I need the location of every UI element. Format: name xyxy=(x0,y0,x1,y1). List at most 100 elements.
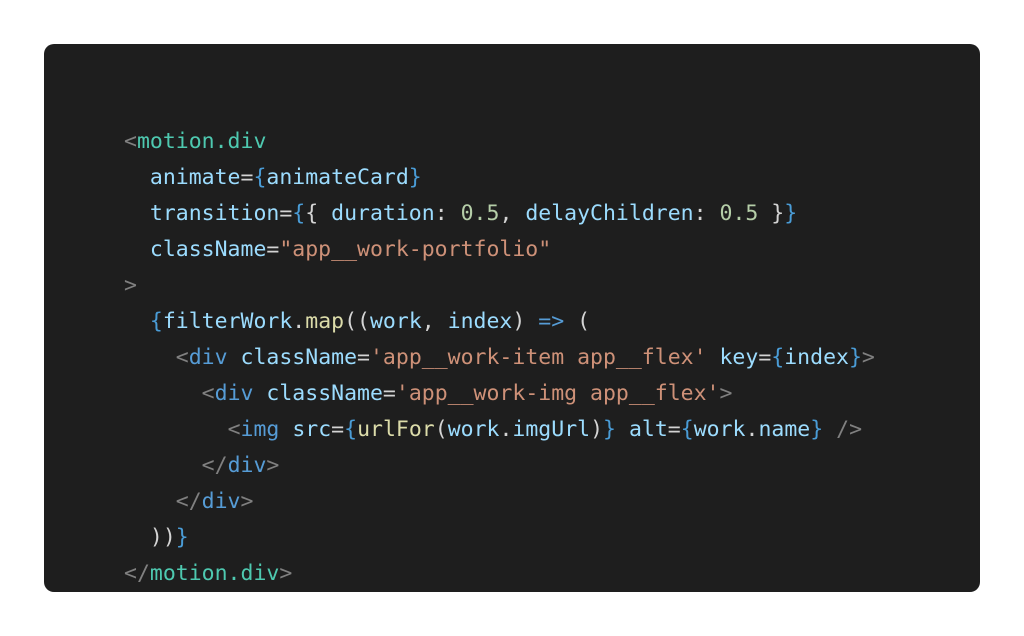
code-token: urlFor xyxy=(357,417,435,442)
code-token: </ xyxy=(124,561,150,586)
code-token: > xyxy=(124,273,137,298)
code-token: (( xyxy=(344,309,370,334)
code-line: {filterWork.map((work, index) => ( xyxy=(124,304,875,340)
code-token: { xyxy=(344,417,358,442)
code-token: } xyxy=(408,165,422,190)
code-line: </motion.div> xyxy=(124,556,875,592)
code-token: { xyxy=(292,201,306,226)
code-line: </div> xyxy=(124,484,875,520)
code-token: )) xyxy=(149,525,176,550)
code-token: index xyxy=(447,309,513,334)
code-token: div xyxy=(188,345,228,370)
code-token: < xyxy=(175,345,189,370)
code-line: ))} xyxy=(124,520,875,556)
code-token: duration xyxy=(331,201,435,226)
code-token: = xyxy=(331,417,345,442)
code-token: ) xyxy=(590,417,604,442)
code-token: } xyxy=(758,201,785,226)
code-token: ) xyxy=(512,309,539,334)
code-token: imgUrl xyxy=(512,417,591,442)
code-token: 'app__work-img app__flex' xyxy=(395,381,720,406)
code-token: div xyxy=(214,381,254,406)
code-token: img xyxy=(240,417,280,442)
code-snippet-card: <motion.div animate={animateCard} transi… xyxy=(44,44,980,592)
code-block: <motion.div animate={animateCard} transi… xyxy=(124,124,875,592)
code-token: => xyxy=(538,309,565,334)
code-line: <motion.div xyxy=(124,124,875,160)
code-token: className xyxy=(240,345,358,370)
code-token: > xyxy=(266,453,280,478)
code-token: < xyxy=(124,129,137,154)
code-token: { xyxy=(771,345,785,370)
code-token: filterWork xyxy=(162,309,293,334)
code-line: <img src={urlFor(work.imgUrl)} alt={work… xyxy=(124,412,875,448)
code-token: } xyxy=(784,201,798,226)
code-token: </ xyxy=(175,489,202,514)
code-token: } xyxy=(810,417,824,442)
code-token: = xyxy=(240,165,254,190)
code-token: , xyxy=(421,309,448,334)
code-token: </ xyxy=(201,453,228,478)
code-token: < xyxy=(227,417,241,442)
code-token: div xyxy=(201,489,241,514)
code-token: > xyxy=(719,381,733,406)
code-line: className="app__work-portfolio" xyxy=(124,232,875,268)
code-line: <div className='app__work-img app__flex'… xyxy=(124,376,875,412)
code-token: } xyxy=(175,525,189,550)
code-token: . xyxy=(745,417,759,442)
code-token: alt xyxy=(628,417,668,442)
code-token: = xyxy=(667,417,681,442)
code-token: key xyxy=(719,345,759,370)
code-token: transition xyxy=(149,201,280,226)
code-line: animate={animateCard} xyxy=(124,160,875,196)
code-token: ( xyxy=(564,309,591,334)
code-line: </div> xyxy=(124,448,875,484)
code-token: < xyxy=(201,381,215,406)
code-token: } xyxy=(848,345,862,370)
code-token: > xyxy=(240,489,254,514)
code-token: motion.div xyxy=(149,561,280,586)
code-token: = xyxy=(279,201,293,226)
code-token: index xyxy=(784,345,849,370)
code-line: > xyxy=(124,268,875,304)
code-token: = xyxy=(382,381,396,406)
code-token: animate xyxy=(149,165,241,190)
code-token: work xyxy=(369,309,422,334)
code-token: className xyxy=(266,381,383,406)
code-line: <div className='app__work-item app__flex… xyxy=(124,340,875,376)
code-token: 0.5 xyxy=(460,201,500,226)
code-token: { xyxy=(680,417,694,442)
code-token: { xyxy=(149,309,163,334)
code-token: { xyxy=(253,165,267,190)
code-token: /> xyxy=(836,417,863,442)
code-token: delayChildren xyxy=(525,201,694,226)
code-token: . xyxy=(292,309,306,334)
code-token: 0.5 xyxy=(719,201,759,226)
code-token: . xyxy=(499,417,513,442)
code-token: work xyxy=(447,417,500,442)
code-token: src xyxy=(292,417,332,442)
code-token: map xyxy=(305,309,345,334)
code-token: div xyxy=(227,453,267,478)
code-token: { xyxy=(305,201,332,226)
code-token: > xyxy=(861,345,875,370)
code-token: "app__work-portfolio" xyxy=(279,237,552,262)
code-token: 'app__work-item app__flex' xyxy=(369,345,707,370)
code-line: transition={{ duration: 0.5, delayChildr… xyxy=(124,196,875,232)
code-token: = xyxy=(266,237,280,262)
code-token: name xyxy=(758,417,811,442)
code-token: , xyxy=(499,201,526,226)
